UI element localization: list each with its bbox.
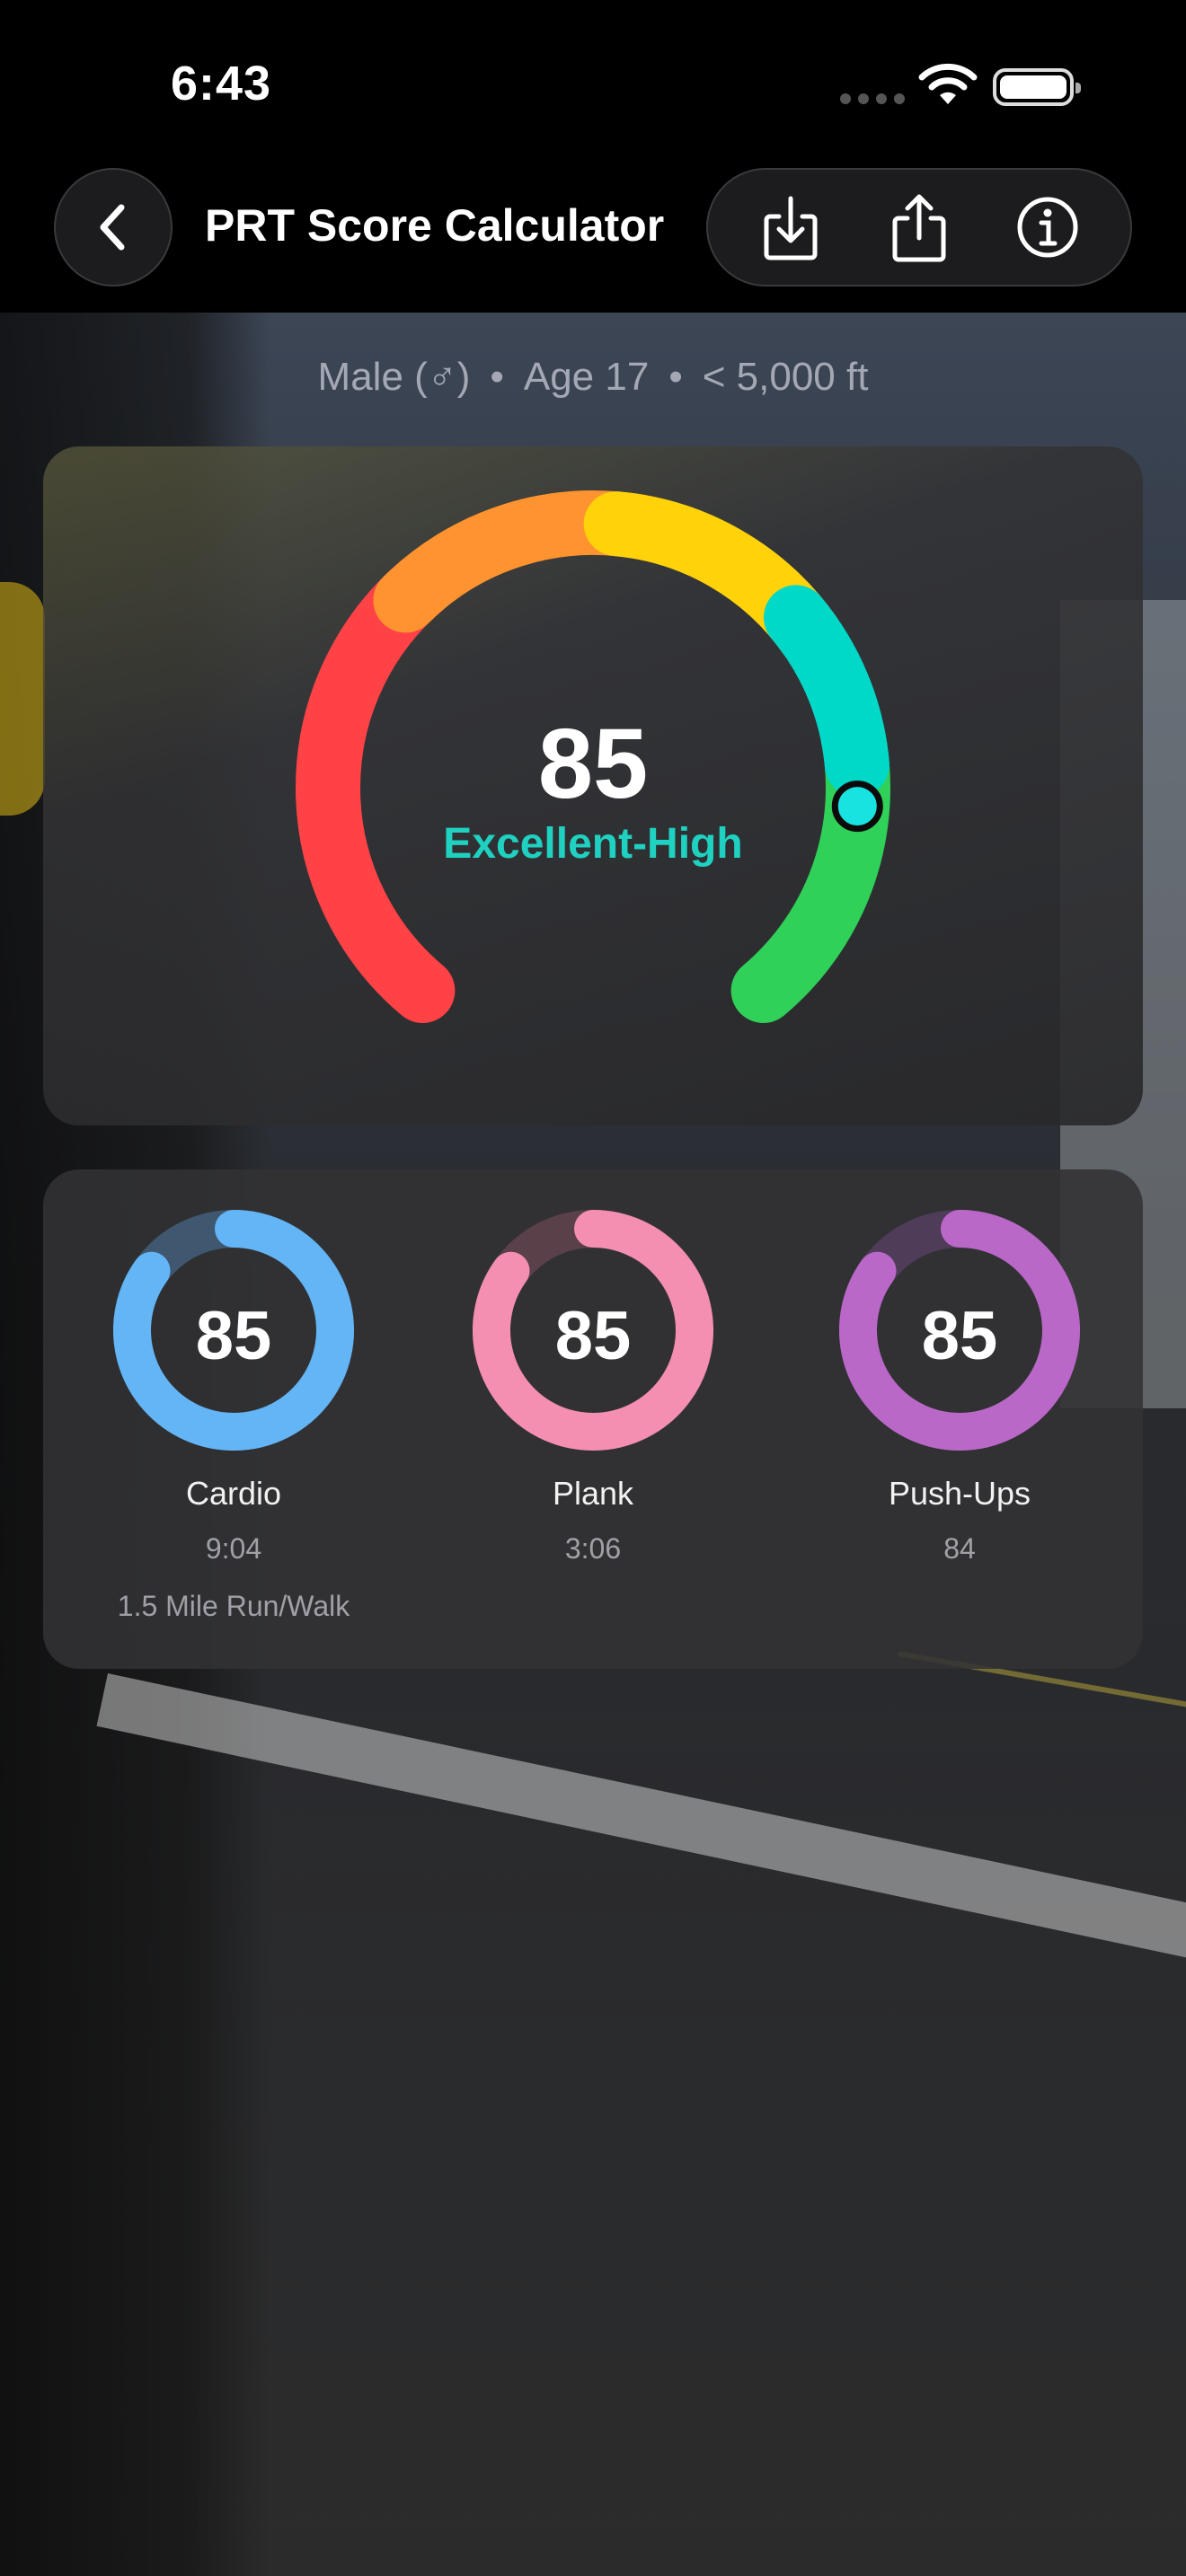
pushups-label: Push-Ups <box>888 1475 1031 1512</box>
cardio-score: 85 <box>195 1298 272 1374</box>
status-bar: 6:43 <box>0 0 1186 162</box>
overall-score-card: 85 Excellent-High <box>43 446 1143 1125</box>
cardio-label: Cardio <box>185 1475 282 1512</box>
overall-score: 85 <box>537 709 649 819</box>
profile-summary: Male (♂) • Age 17 • < 5,000 ft <box>0 355 1186 400</box>
separator-dot: • <box>490 355 504 399</box>
info-icon <box>1017 197 1078 258</box>
wifi-icon <box>918 63 978 104</box>
cardio-result: 9:04 <box>205 1532 262 1565</box>
page-title: PRT Score Calculator <box>205 200 665 251</box>
background-yellow-vest <box>0 582 45 816</box>
share-icon <box>892 194 946 262</box>
overall-rating: Excellent-High <box>443 820 743 868</box>
profile-altitude: < 5,000 ft <box>702 355 869 399</box>
navigation-bar: PRT Score Calculator <box>0 162 1186 313</box>
plank-score: 85 <box>554 1298 632 1374</box>
component-scores-card: 85 Cardio 9:04 1.5 Mile Run/Walk 85 Plan… <box>43 1169 1143 1669</box>
profile-gender: Male (♂) <box>317 355 471 399</box>
info-button[interactable] <box>1007 187 1088 268</box>
save-button[interactable] <box>750 187 831 268</box>
plank-label: Plank <box>552 1475 634 1512</box>
plank-result: 3:06 <box>564 1532 622 1565</box>
back-button[interactable] <box>54 168 173 287</box>
profile-age: Age 17 <box>523 355 650 399</box>
pushups-result: 84 <box>943 1532 976 1565</box>
separator-dot: • <box>668 355 683 399</box>
battery-icon <box>993 68 1081 106</box>
chevron-left-icon <box>100 204 125 251</box>
download-icon <box>764 196 818 260</box>
cardio-event: 1.5 Mile Run/Walk <box>117 1590 350 1622</box>
pushups-score: 85 <box>921 1298 998 1374</box>
status-time: 6:43 <box>171 57 272 110</box>
share-button[interactable] <box>879 187 960 268</box>
cellular-signal-icon <box>840 93 905 104</box>
toolbar-actions <box>706 168 1132 287</box>
